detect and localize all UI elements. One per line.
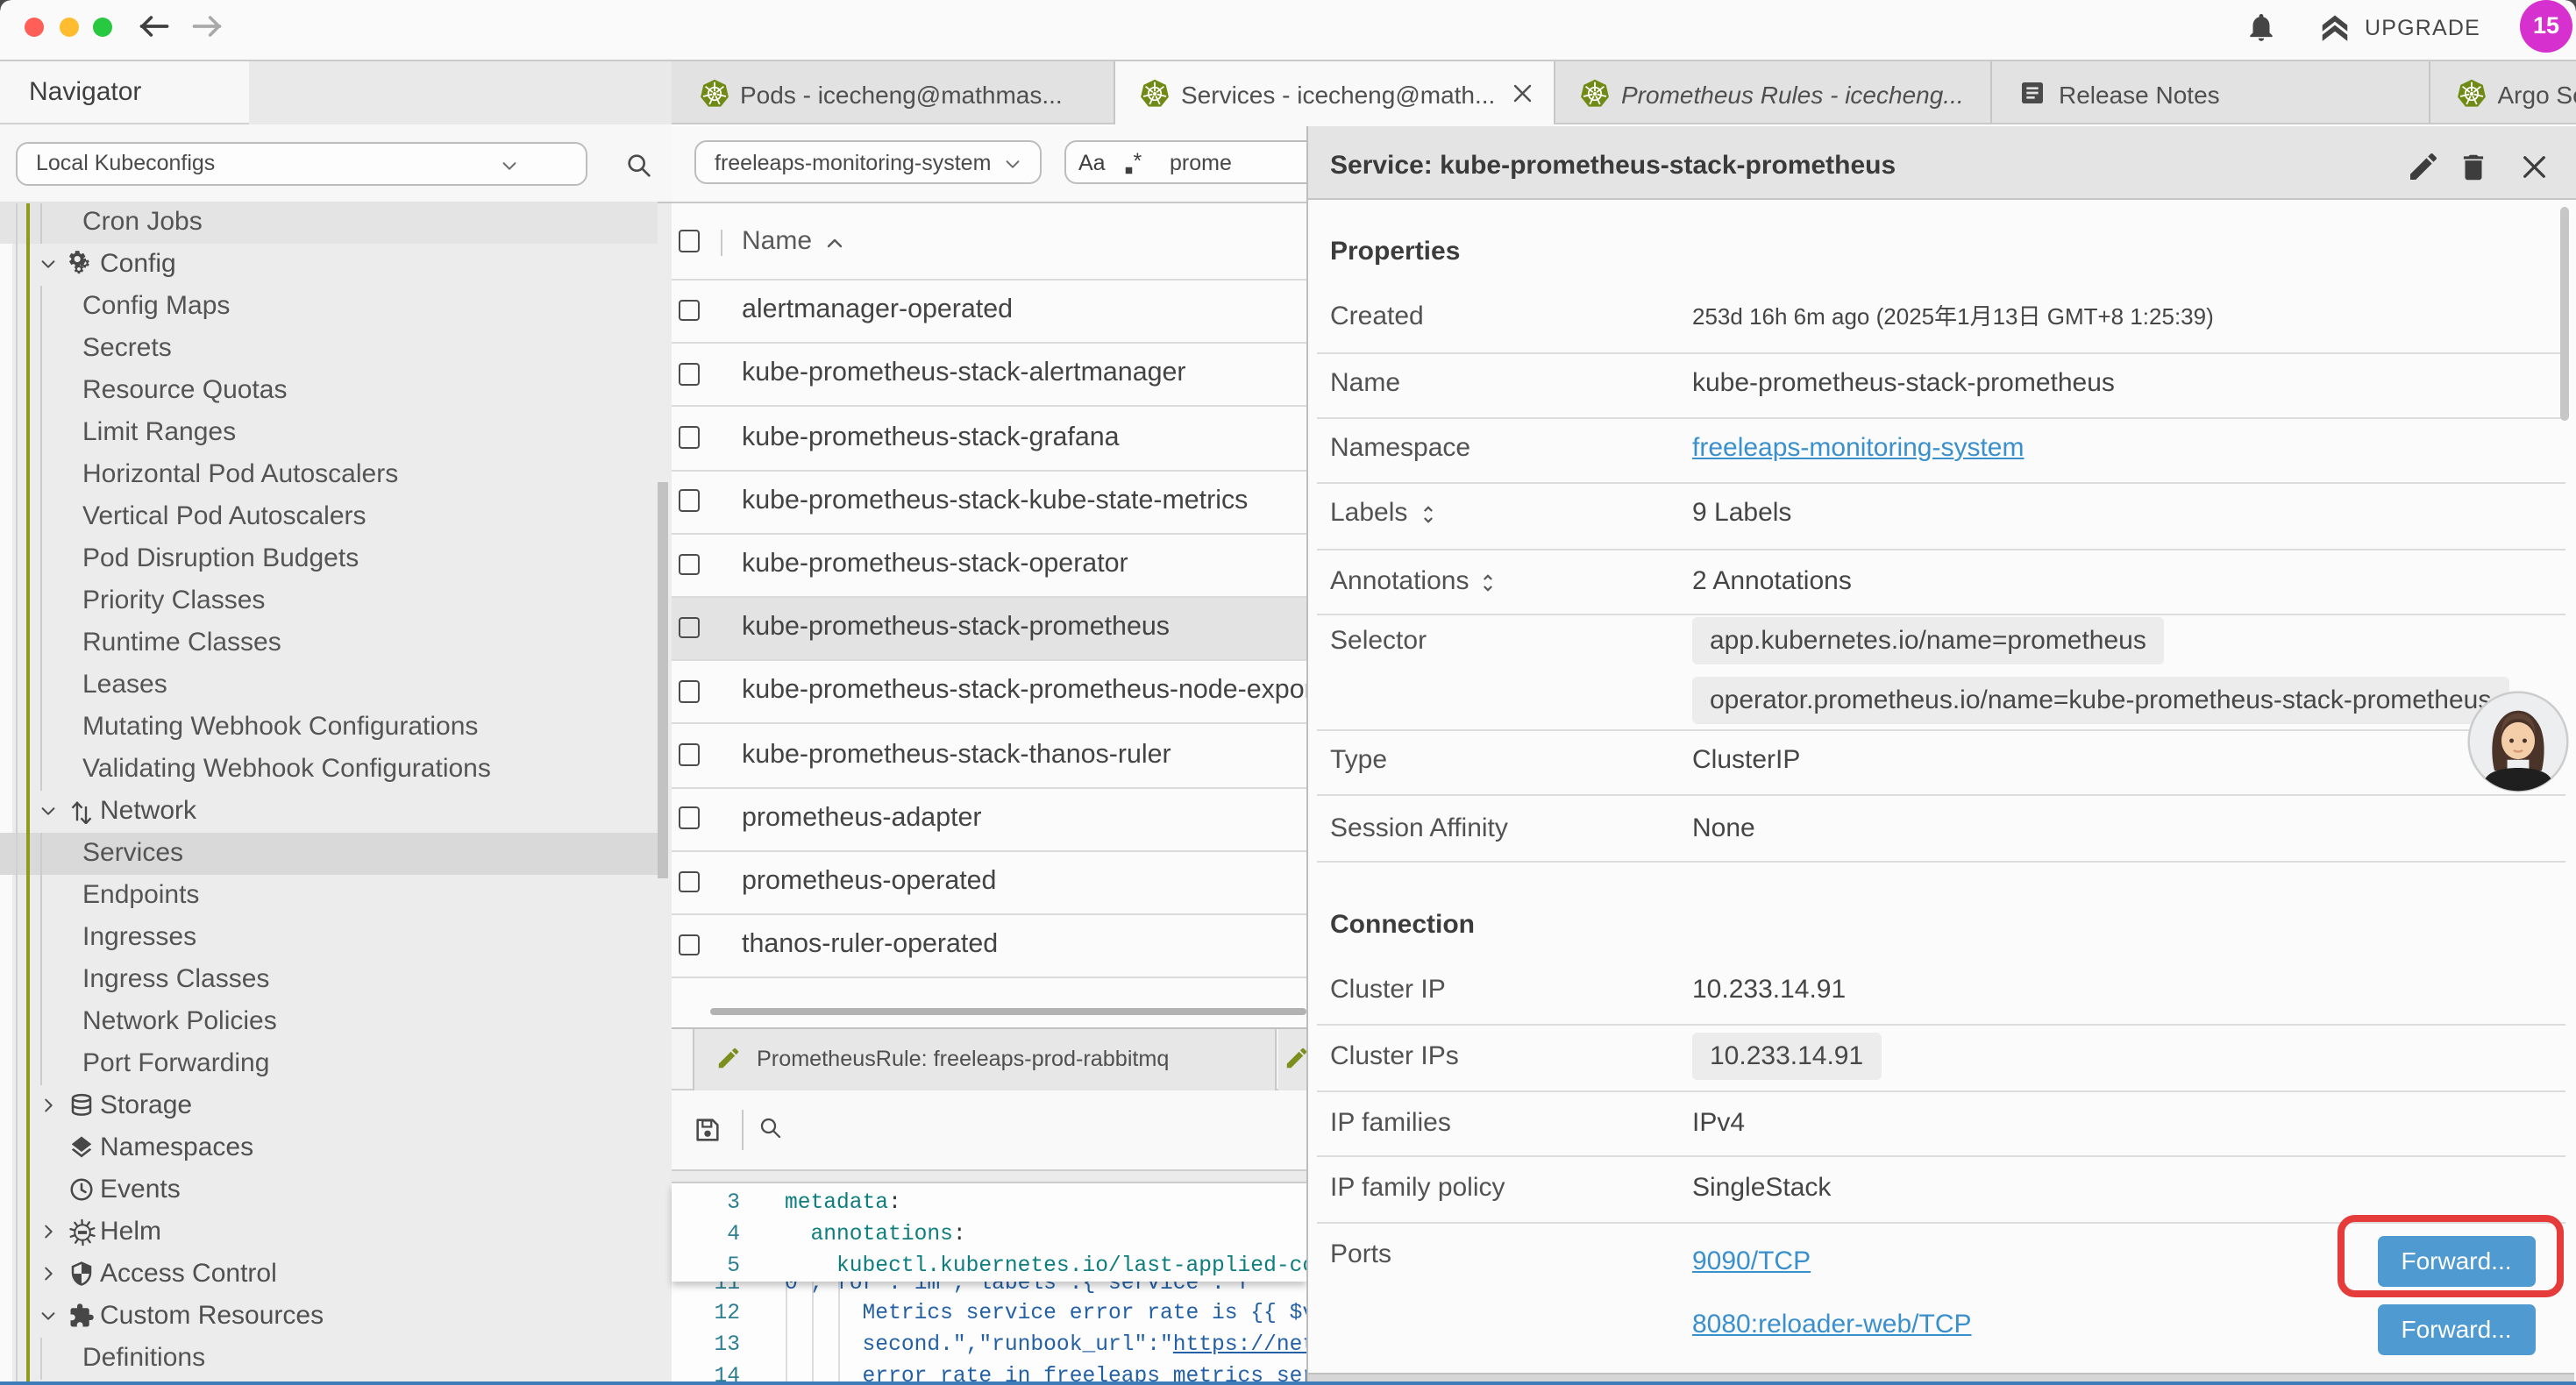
svg-text:*: * — [1134, 150, 1142, 173]
